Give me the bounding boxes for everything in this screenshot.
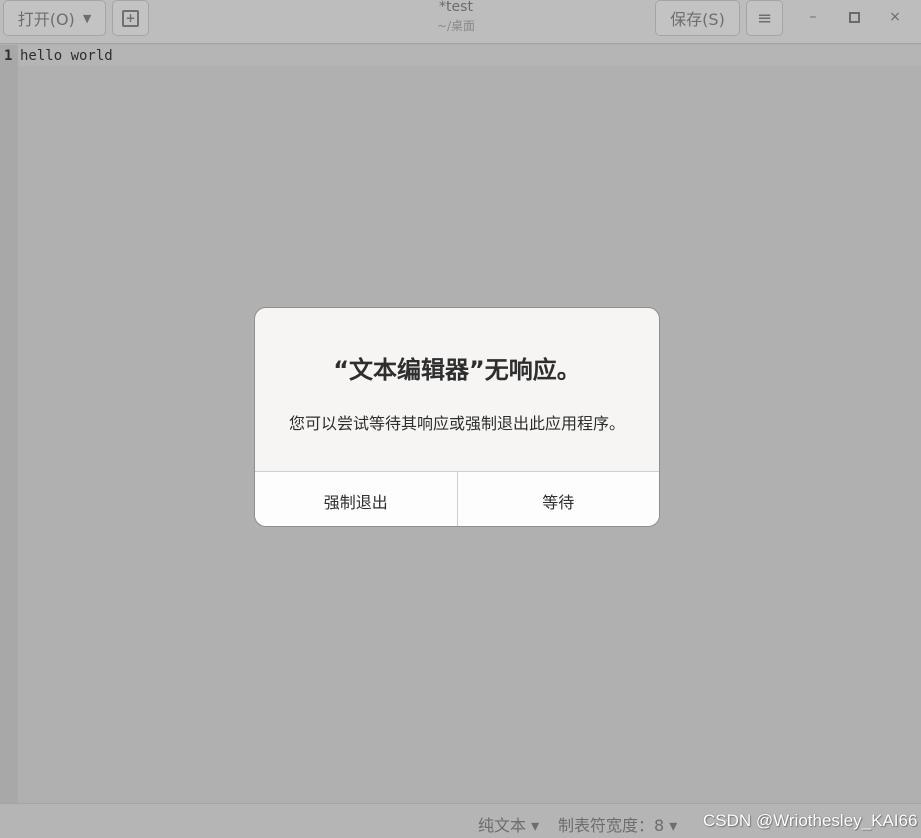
maximize-icon[interactable] [842, 8, 866, 26]
header-bar: 打开(O) ▼ + *test ~/桌面 保存(S) ≡ – × [0, 0, 921, 44]
save-button[interactable]: 保存(S) [655, 0, 740, 36]
line-number-gutter [0, 45, 18, 803]
new-document-button[interactable]: + [112, 0, 149, 36]
window-title-area: *test ~/桌面 [356, 0, 556, 35]
not-responding-dialog: “文本编辑器”无响应。 您可以尝试等待其响应或强制退出此应用程序。 强制退出 等… [254, 307, 660, 527]
window-title: *test [439, 0, 473, 15]
chevron-down-icon: ▼ [82, 11, 92, 25]
open-button[interactable]: 打开(O) ▼ [3, 0, 106, 36]
language-selector[interactable]: 纯文本 ▾ [478, 812, 539, 836]
new-document-icon: + [122, 9, 139, 27]
open-button-label: 打开(O) [17, 10, 75, 29]
current-line-highlight [18, 45, 921, 66]
dialog-message: 您可以尝试等待其响应或强制退出此应用程序。 [288, 414, 625, 433]
watermark-text: CSDN @Wriothesley_KAI66 [703, 811, 918, 830]
close-icon[interactable]: × [883, 8, 907, 26]
editor-text[interactable]: hello world [20, 46, 113, 66]
hamburger-menu-icon[interactable]: ≡ [746, 0, 783, 36]
dialog-button-row: 强制退出 等待 [255, 471, 660, 526]
dialog-title: “文本编辑器”无响应。 [333, 356, 581, 384]
minimize-icon[interactable]: – [801, 8, 825, 26]
line-number: 1 [4, 48, 13, 64]
tab-width-selector[interactable]: 制表符宽度：8 ▾ [558, 812, 677, 836]
window-subtitle: ~/桌面 [436, 19, 476, 33]
wait-button[interactable]: 等待 [456, 472, 660, 526]
force-quit-button[interactable]: 强制退出 [255, 472, 457, 526]
